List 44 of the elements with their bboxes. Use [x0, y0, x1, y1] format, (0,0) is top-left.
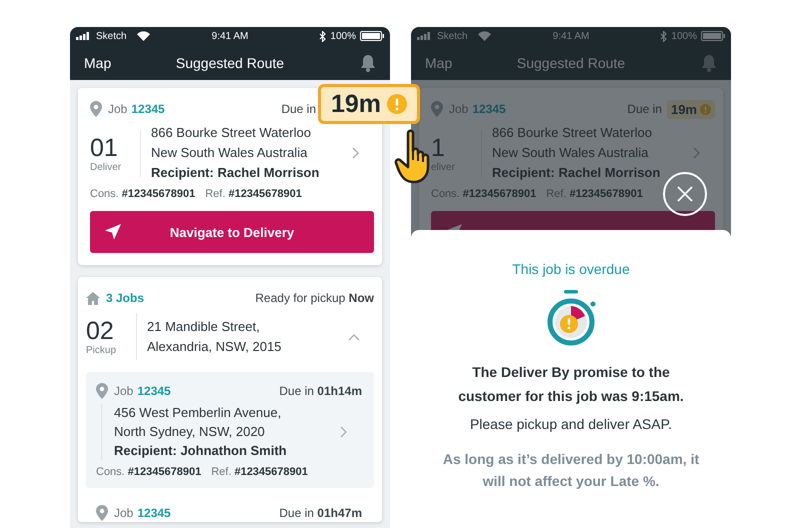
overdue-message: The Deliver By promise to the customer for this job was 9:15am. [457, 363, 685, 406]
address-line: Alexandria, NSW, 2015 [147, 338, 282, 356]
due-label: Due in [627, 102, 662, 116]
due-time: 19m [330, 90, 382, 118]
consignment-number: Cons. #12345678901 [431, 188, 536, 200]
job-label: Job [114, 506, 134, 520]
screen-title: Suggested Route [176, 54, 284, 70]
stop-type: Pickup [86, 345, 116, 356]
address-line: New South Wales Australia [151, 144, 308, 162]
stop-type: Deliver [90, 162, 122, 172]
recipient-name: Recipient: Johnathon Smith [114, 442, 287, 460]
due-time: Due in 01h14m [279, 384, 362, 398]
stop-number: 02 [86, 317, 114, 345]
job-label: Job [108, 102, 128, 116]
address-line: New South Wales Australia [492, 144, 648, 162]
reference-number: Ref. #12345678901 [205, 188, 302, 200]
recipient-name: Recipient: Rachel Morrison [492, 164, 660, 182]
stop-number: 1 [431, 134, 445, 162]
battery-level: 100% [671, 30, 697, 42]
recipient-name: Recipient: Rachel Morrison [151, 164, 320, 182]
address-line: 456 West Pemberlin Avenue, [114, 404, 282, 422]
consignment-number: Cons. #12345678901 [90, 188, 196, 200]
address-line: 866 Bourke Street Waterloo [151, 124, 311, 142]
carrier-name: Sketch [96, 30, 127, 42]
late-note: As long as it’s delivered by 10:00am, it will not affect your Late %. [442, 450, 700, 491]
instruction-text: Please pickup and deliver ASAP. [470, 416, 672, 432]
due-time: 19m [670, 102, 697, 116]
status-time: 9:41 AM [212, 30, 248, 42]
address-line: North Sydney, NSW, 2020 [114, 423, 265, 441]
due-label: Due in [281, 102, 316, 116]
reference-number: Ref. #12345678901 [546, 188, 643, 200]
address-line: 21 Mandible Street, [147, 318, 260, 336]
consignment-number: Cons. #12345678901 [96, 466, 202, 478]
address-line: 866 Bourke Street Waterloo [492, 124, 652, 142]
status-time: 9:41 AM [552, 30, 590, 42]
job-label: Job [114, 384, 134, 398]
pickup-status: Ready for pickup Now [255, 291, 374, 305]
reference-number: Ref. #12345678901 [211, 466, 308, 478]
due-time: Due in 01h47m [279, 506, 362, 520]
job-label: Job [449, 102, 468, 116]
screen-title: Suggested Route [516, 54, 626, 70]
stop-number: 01 [90, 134, 118, 162]
carrier-name: Sketch [437, 30, 468, 42]
battery-level: 100% [330, 30, 356, 42]
